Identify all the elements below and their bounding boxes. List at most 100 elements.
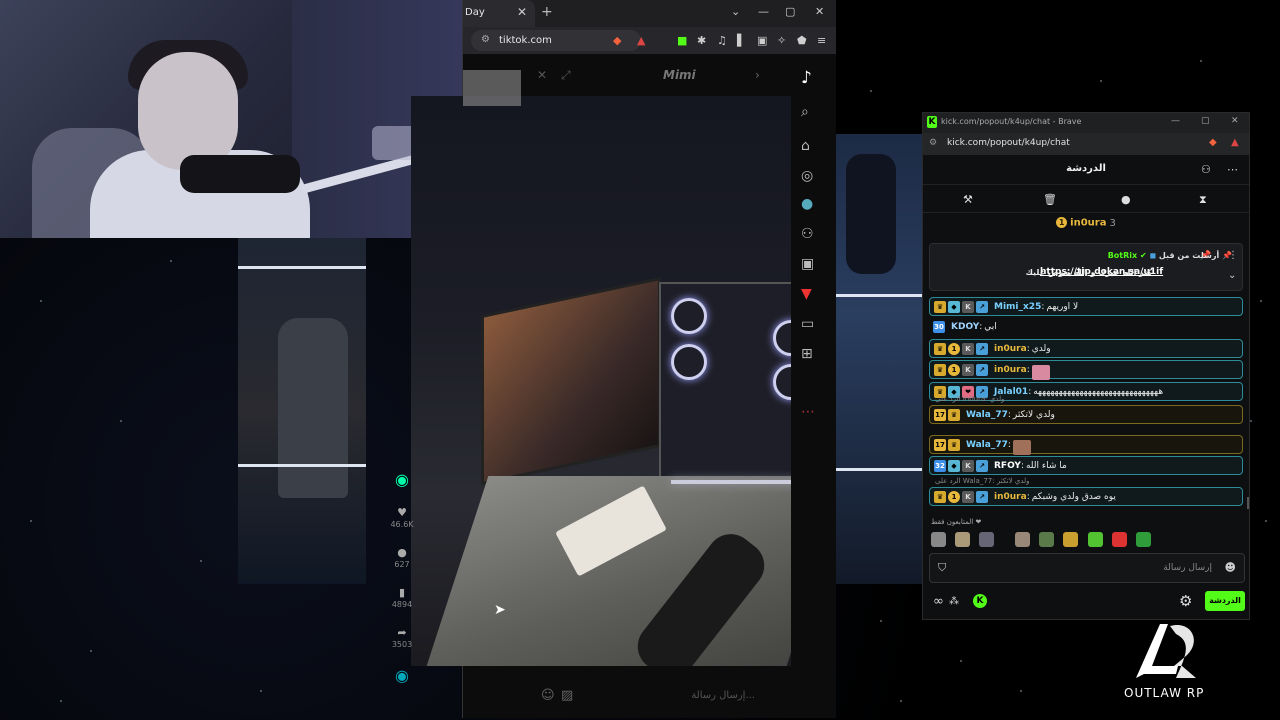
- more-icon[interactable]: ⋯: [801, 404, 815, 420]
- tiktok-comment-input[interactable]: ☺ ▨ إرسال رسالة...: [531, 682, 761, 712]
- emote[interactable]: [979, 532, 995, 547]
- bookmark-icon[interactable]: ▮: [389, 586, 415, 600]
- arrow-badge-icon: ↗: [976, 364, 988, 376]
- tiktok-thumbnail[interactable]: [463, 70, 521, 106]
- kick-points-icon[interactable]: K: [973, 594, 987, 608]
- send-chat-button[interactable]: الدردشة: [1205, 591, 1245, 611]
- tiktok-username[interactable]: Mimi: [663, 68, 696, 82]
- emote[interactable]: [1111, 532, 1127, 547]
- brave-shields-icon[interactable]: ◆: [1209, 137, 1217, 148]
- ban-hammer-icon[interactable]: ⚒: [963, 193, 973, 206]
- extensions-puzzle-icon[interactable]: ✱: [697, 34, 706, 47]
- search-icon[interactable]: ⌕: [801, 104, 809, 120]
- chat-username[interactable]: Mimi_x25: [994, 302, 1041, 312]
- kick-address-bar[interactable]: ⚙ kick.com/popout/k4up/chat ◆ ▲: [923, 133, 1249, 155]
- chat-username[interactable]: RFOY: [994, 461, 1021, 471]
- chat-message[interactable]: ♛ 1 K ↗ in0ura:: [929, 360, 1243, 380]
- chat-bubble-icon[interactable]: ●: [1121, 193, 1131, 206]
- game-soldier: [278, 318, 348, 498]
- menu-icon[interactable]: ≡: [817, 34, 826, 47]
- home-icon[interactable]: ⌂: [801, 138, 810, 154]
- chat-message[interactable]: 17 ♛ Wala_77: ولدي لاتكثر: [929, 405, 1243, 424]
- emote[interactable]: [1135, 532, 1151, 547]
- brave-rewards-icon[interactable]: ▲: [637, 34, 645, 47]
- tiktok-video[interactable]: [411, 96, 791, 666]
- chat-message[interactable]: 32 ◆ K ↗ RFOY: ما شاء الله: [929, 456, 1243, 475]
- music-disc-icon[interactable]: ◉: [389, 666, 415, 685]
- share-icon[interactable]: ➦: [389, 626, 415, 640]
- chat-username[interactable]: Wala_77: [966, 440, 1008, 450]
- new-tab-button[interactable]: +: [541, 4, 553, 20]
- minimize-button[interactable]: —: [1171, 116, 1180, 126]
- messages-icon[interactable]: ▭: [801, 316, 814, 332]
- site-info-icon[interactable]: ⚙: [929, 138, 937, 148]
- vip-badge-icon: ◆: [948, 301, 960, 313]
- chat-text: [1012, 440, 1031, 455]
- image-icon[interactable]: ▨: [561, 688, 573, 703]
- chat-scrollbar[interactable]: [1247, 497, 1249, 509]
- tiktok-logo-icon[interactable]: ♪: [801, 68, 812, 88]
- extension-icon[interactable]: ■: [677, 34, 687, 47]
- chevron-right-icon[interactable]: ›: [755, 68, 760, 82]
- close-window-button[interactable]: ✕: [1231, 116, 1239, 126]
- kick-window-title: kick.com/popout/k4up/chat - Brave: [941, 117, 1082, 126]
- wallet-icon[interactable]: ▣: [757, 34, 767, 47]
- tab-list-chevron-icon[interactable]: ⌄: [731, 5, 740, 18]
- emote[interactable]: [1015, 532, 1031, 547]
- maximize-button[interactable]: ▢: [785, 5, 795, 18]
- chevron-down-icon[interactable]: ⌄: [1228, 270, 1236, 281]
- chat-message[interactable]: 30 KDOY: ابي: [929, 318, 1243, 337]
- emote[interactable]: [1039, 532, 1055, 547]
- close-window-button[interactable]: ✕: [815, 5, 824, 18]
- following-icon[interactable]: ●: [801, 196, 813, 212]
- chat-username[interactable]: KDOY: [951, 322, 979, 332]
- emote[interactable]: [1087, 532, 1103, 547]
- vpn-icon[interactable]: ⬟: [797, 34, 807, 47]
- brave-rewards-icon[interactable]: ▲: [1231, 137, 1239, 148]
- fullscreen-icon[interactable]: ⤢: [561, 68, 571, 83]
- tab-close-icon[interactable]: ✕: [517, 5, 527, 19]
- kicks-icon[interactable]: ⁂: [949, 596, 959, 607]
- chat-input[interactable]: ⛉ إرسال رسالة ☻: [929, 553, 1245, 583]
- creator-avatar[interactable]: ◉: [389, 470, 415, 506]
- emote[interactable]: [931, 532, 946, 547]
- chat-username[interactable]: in0ura: [994, 344, 1027, 354]
- kick-url: kick.com/popout/k4up/chat: [947, 138, 1070, 148]
- more-options-icon[interactable]: ⋯: [1227, 163, 1238, 176]
- media-icon[interactable]: ♫: [717, 34, 727, 47]
- maximize-button[interactable]: ▢: [1201, 116, 1210, 126]
- gear-icon[interactable]: ⚙: [1179, 592, 1192, 610]
- chat-message[interactable]: ♛ 1 K ↗ in0ura: ولدي: [929, 339, 1243, 358]
- friends-icon[interactable]: ⚇: [801, 226, 814, 242]
- pinned-message[interactable]: 📌 ⋮ BotRix ✔ ◼ أرسلت من قبل 📌 https://ti…: [929, 243, 1243, 291]
- brave-shields-icon[interactable]: ◆: [613, 34, 621, 47]
- like-icon[interactable]: ♥: [389, 506, 415, 520]
- gift-leaderboard[interactable]: 1 in0ura 3: [923, 217, 1249, 235]
- chat-shield-icon[interactable]: ⛉: [938, 561, 946, 575]
- close-icon[interactable]: ✕: [537, 68, 547, 82]
- chat-username[interactable]: in0ura: [994, 492, 1027, 502]
- user-settings-icon[interactable]: ⚇: [1201, 163, 1211, 176]
- delete-icon[interactable]: 🗑: [1043, 193, 1057, 206]
- comment-icon[interactable]: ●: [389, 546, 415, 560]
- emoji-icon[interactable]: ☺: [541, 688, 555, 703]
- explore-icon[interactable]: ◎: [801, 168, 813, 184]
- emote[interactable]: [955, 532, 971, 547]
- infinity-icon[interactable]: ∞: [933, 594, 944, 609]
- minimize-button[interactable]: —: [758, 5, 769, 18]
- emoji-icon[interactable]: ☻: [1225, 561, 1236, 574]
- chat-message[interactable]: ♛ ◆ K ↗ Mimi_x25: لا اوريهم: [929, 297, 1243, 316]
- add-icon[interactable]: ⊞: [801, 346, 813, 362]
- upload-icon[interactable]: ▼: [801, 286, 812, 302]
- site-info-icon[interactable]: ⚙: [481, 34, 490, 45]
- chat-message[interactable]: ♛ 1 K ↗ in0ura: يوه صدق ولدي وشبكم: [929, 487, 1243, 506]
- leo-ai-icon[interactable]: ✧: [777, 34, 786, 47]
- slow-mode-hourglass-icon[interactable]: ⧗: [1199, 193, 1207, 207]
- chat-message[interactable]: 17 ♛ Wala_77:: [929, 435, 1243, 455]
- chat-username[interactable]: Wala_77: [966, 410, 1008, 420]
- sidebar-icon[interactable]: ▌: [737, 34, 745, 47]
- chat-username[interactable]: in0ura: [994, 365, 1027, 375]
- emote[interactable]: [1063, 532, 1079, 547]
- live-icon[interactable]: ▣: [801, 256, 814, 272]
- browser-tab[interactable]: Day ✕: [463, 0, 535, 27]
